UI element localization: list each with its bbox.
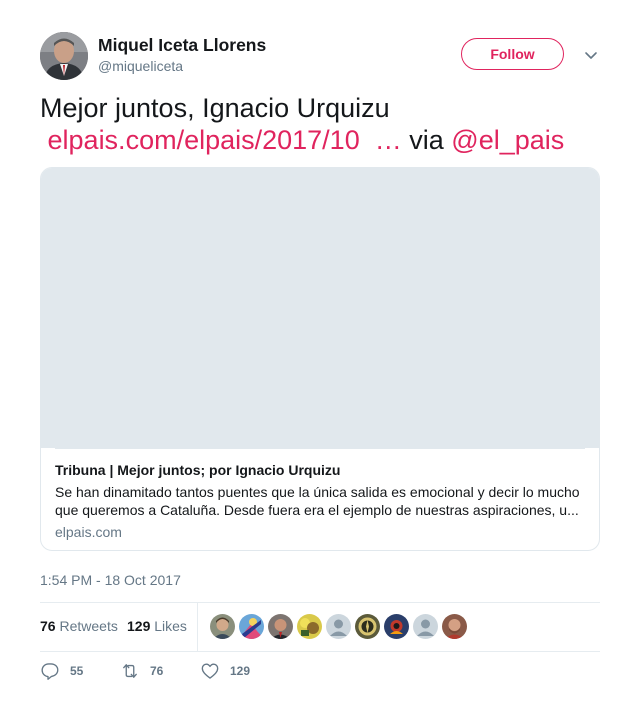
- link-card[interactable]: Tribuna | Mejor juntos; por Ignacio Urqu…: [40, 167, 600, 551]
- tweet-link[interactable]: elpais.com/elpais/2017/10: [40, 125, 360, 155]
- link-ellipsis[interactable]: …: [375, 125, 402, 155]
- user-name[interactable]: Miquel Iceta Llorens: [98, 35, 266, 56]
- liker-avatar[interactable]: [355, 614, 380, 639]
- liker-avatar[interactable]: [442, 614, 467, 639]
- like-button[interactable]: 129: [200, 660, 255, 682]
- stats-bar: 76 Retweets 129 Likes: [40, 602, 600, 652]
- retweets-count: 76: [40, 618, 56, 634]
- reply-icon: [41, 663, 59, 680]
- liker-avatar[interactable]: [239, 614, 264, 639]
- via-text: via: [409, 125, 444, 155]
- mention-link[interactable]: @el_pais: [451, 125, 564, 155]
- follow-button[interactable]: Follow: [461, 38, 564, 70]
- likes-count: 129: [127, 618, 151, 634]
- card-body: Tribuna | Mejor juntos; por Ignacio Urqu…: [55, 448, 585, 540]
- liker-avatar[interactable]: [210, 614, 235, 639]
- liker-avatar[interactable]: [413, 614, 438, 639]
- liker-avatar[interactable]: [384, 614, 409, 639]
- tweet-text-line2: elpais.com/elpais/2017/10 … via @el_pais: [40, 124, 610, 156]
- retweet-count: 76: [150, 664, 164, 678]
- stats-divider: [197, 603, 198, 651]
- retweets-stat[interactable]: 76 Retweets: [40, 618, 118, 634]
- likes-stat[interactable]: 129 Likes: [127, 618, 187, 634]
- liker-avatar[interactable]: [268, 614, 293, 639]
- heart-icon: [201, 663, 219, 679]
- retweets-label: Retweets: [59, 618, 118, 634]
- card-image[interactable]: [41, 168, 599, 448]
- chevron-down-icon[interactable]: [583, 47, 599, 63]
- tweet-text: Mejor juntos, Ignacio Urquizu elpais.com…: [40, 92, 610, 156]
- tweet-text-line1: Mejor juntos, Ignacio Urquizu: [40, 93, 390, 123]
- likes-label: Likes: [154, 618, 187, 634]
- like-count: 129: [230, 664, 251, 678]
- card-domain: elpais.com: [55, 524, 122, 540]
- timestamp[interactable]: 1:54 PM - 18 Oct 2017: [40, 572, 181, 588]
- card-title: Tribuna | Mejor juntos; por Ignacio Urqu…: [55, 462, 341, 478]
- liker-avatar[interactable]: [297, 614, 322, 639]
- user-handle[interactable]: @miqueliceta: [98, 58, 183, 74]
- card-description: Se han dinamitado tantos puentes que la …: [55, 484, 580, 518]
- avatar[interactable]: [40, 32, 88, 80]
- retweet-icon: [123, 664, 137, 678]
- tweet-header: Miquel Iceta Llorens @miqueliceta Follow: [40, 32, 600, 82]
- reply-count: 55: [70, 664, 84, 678]
- retweet-button[interactable]: 76: [120, 660, 170, 682]
- liker-avatar[interactable]: [326, 614, 351, 639]
- reply-button[interactable]: 55: [40, 660, 90, 682]
- tweet-actions: 55 76 129: [40, 660, 600, 684]
